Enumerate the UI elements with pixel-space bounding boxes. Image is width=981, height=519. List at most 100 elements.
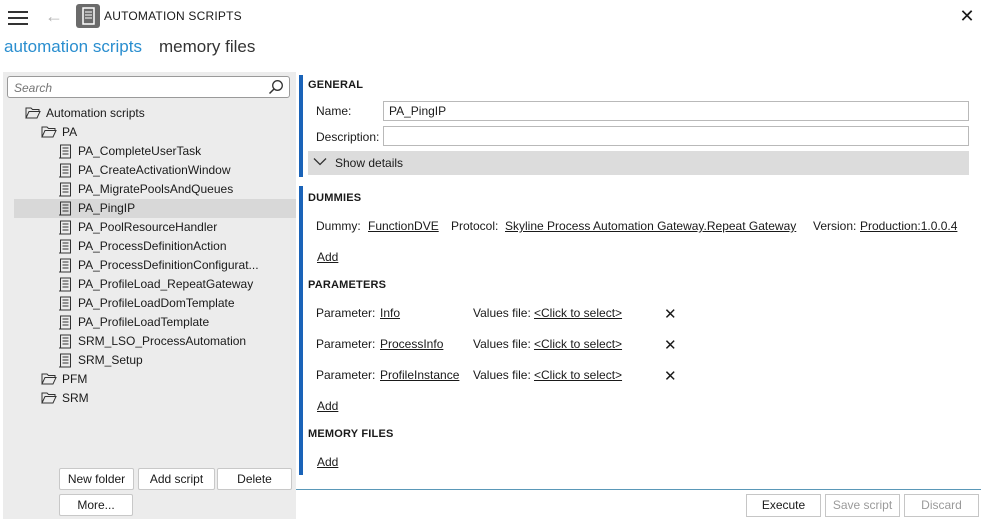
script-icon [59,220,71,235]
add-memory-file-link[interactable]: Add [317,455,338,469]
show-details-toggle[interactable]: Show details [308,151,969,175]
dummy-label: Dummy: [316,219,361,233]
search-box[interactable] [7,76,290,98]
script-icon [59,163,71,178]
tree-item[interactable]: SRM_LSO_ProcessAutomation [58,332,283,351]
script-icon [59,182,71,197]
tree-item-label: PA_CompleteUserTask [78,144,202,158]
add-dummy-link[interactable]: Add [317,250,338,264]
memory-files-section-title: MEMORY FILES [308,428,394,440]
script-app-icon [76,4,100,28]
dummies-section-title: DUMMIES [308,192,362,204]
script-icon [59,296,71,311]
tree-item[interactable]: SRM_Setup [58,351,283,370]
description-field[interactable] [383,126,969,146]
parameter-link[interactable]: ProfileInstance [380,368,459,382]
tree-folder-pfm[interactable]: PFM [41,370,281,389]
general-section-accent [299,75,303,177]
folder-open-icon [41,392,57,404]
parameter-label: Parameter: [316,306,376,320]
footer-divider [296,489,981,490]
tree-item[interactable]: PA_ProfileLoadDomTemplate [58,294,283,313]
tree-item-label: PA_ProfileLoadDomTemplate [78,296,235,310]
version-label: Version: [813,219,857,233]
folder-open-icon [25,107,41,119]
parameter-link[interactable]: ProcessInfo [380,337,443,351]
delete-button[interactable]: Delete [217,468,292,490]
values-file-link[interactable]: <Click to select> [534,337,622,351]
execute-button[interactable]: Execute [746,494,821,517]
show-details-label: Show details [335,156,404,170]
tree-item-selected[interactable]: PA_PingIP [14,199,296,218]
back-arrow-icon[interactable]: ← [44,6,64,26]
parameter-link[interactable]: Info [380,306,400,320]
chevron-down-icon [313,158,327,166]
tree-label: Automation scripts [46,106,145,120]
folder-open-icon [41,126,57,138]
script-icon [59,353,71,368]
tree-item-label: SRM_LSO_ProcessAutomation [78,334,247,348]
remove-parameter-icon[interactable]: ✕ [664,336,677,354]
tree-item[interactable]: PA_ProcessDefinitionAction [58,237,283,256]
protocol-link[interactable]: Skyline Process Automation Gateway.Repea… [505,219,796,233]
parameters-section-title: PARAMETERS [308,279,387,291]
save-script-button[interactable]: Save script [825,494,900,517]
tree-item[interactable]: PA_MigratePoolsAndQueues [58,180,283,199]
add-parameter-link[interactable]: Add [317,399,338,413]
tab-memory-files[interactable]: memory files [159,37,255,57]
tree-item-label: PA_PingIP [78,201,136,215]
tree-item[interactable]: PA_ProfileLoad_RepeatGateway [58,275,283,294]
parameter-label: Parameter: [316,337,376,351]
tree-item[interactable]: PA_CompleteUserTask [58,142,283,161]
script-icon [59,334,71,349]
tree-item-label: PA_PoolResourceHandler [78,220,218,234]
values-file-link[interactable]: <Click to select> [534,368,622,382]
tab-automation-scripts[interactable]: automation scripts [4,37,142,57]
script-icon [59,144,71,159]
discard-button[interactable]: Discard [904,494,979,517]
name-label: Name: [316,104,352,118]
tree-item[interactable]: PA_PoolResourceHandler [58,218,283,237]
tree-label: PA [62,125,78,139]
tree-item-label: PA_CreateActivationWindow [78,163,231,177]
general-section-title: GENERAL [308,79,364,91]
tree-item-label: PA_ProcessDefinitionAction [78,239,227,253]
tree-item[interactable]: PA_ProfileLoadTemplate [58,313,283,332]
script-icon [59,258,71,273]
tree-item-label: PA_ProfileLoad_RepeatGateway [78,277,254,291]
remove-parameter-icon[interactable]: ✕ [664,367,677,385]
description-label: Description: [316,130,380,144]
parameter-label: Parameter: [316,368,376,382]
tree-folder-srm[interactable]: SRM [41,389,281,408]
tree-folder-pa[interactable]: PA [41,123,281,142]
tree-item-label: SRM_Setup [78,353,143,367]
search-icon[interactable] [268,79,284,95]
script-icon [59,239,71,254]
values-file-label: Values file: [473,306,531,320]
search-input[interactable] [12,78,261,98]
script-icon [59,201,71,216]
window-title: AUTOMATION SCRIPTS [104,9,242,23]
folder-open-icon [41,373,57,385]
tree-root-automation-scripts[interactable]: Automation scripts [25,104,285,123]
tree-item[interactable]: PA_ProcessDefinitionConfigurat... [58,256,283,275]
more-button[interactable]: More... [59,494,133,516]
values-file-label: Values file: [473,368,531,382]
tree-label: PFM [62,372,88,386]
script-tree-panel: Automation scripts PA PA_CompleteUserTas… [3,72,296,519]
tree-item[interactable]: PA_CreateActivationWindow [58,161,283,180]
add-script-button[interactable]: Add script [138,468,215,490]
protocol-label: Protocol: [451,219,499,233]
remove-parameter-icon[interactable]: ✕ [664,305,677,323]
values-file-label: Values file: [473,337,531,351]
menu-icon[interactable] [8,9,28,25]
close-icon[interactable]: ✕ [956,5,978,27]
version-link[interactable]: Production:1.0.0.4 [860,219,957,233]
tree-item-label: PA_ProfileLoadTemplate [78,315,210,329]
values-file-link[interactable]: <Click to select> [534,306,622,320]
name-field[interactable]: PA_PingIP [383,101,969,121]
script-icon [59,315,71,330]
dummy-link[interactable]: FunctionDVE [368,219,439,233]
tree-label: SRM [62,391,89,405]
new-folder-button[interactable]: New folder [59,468,134,490]
